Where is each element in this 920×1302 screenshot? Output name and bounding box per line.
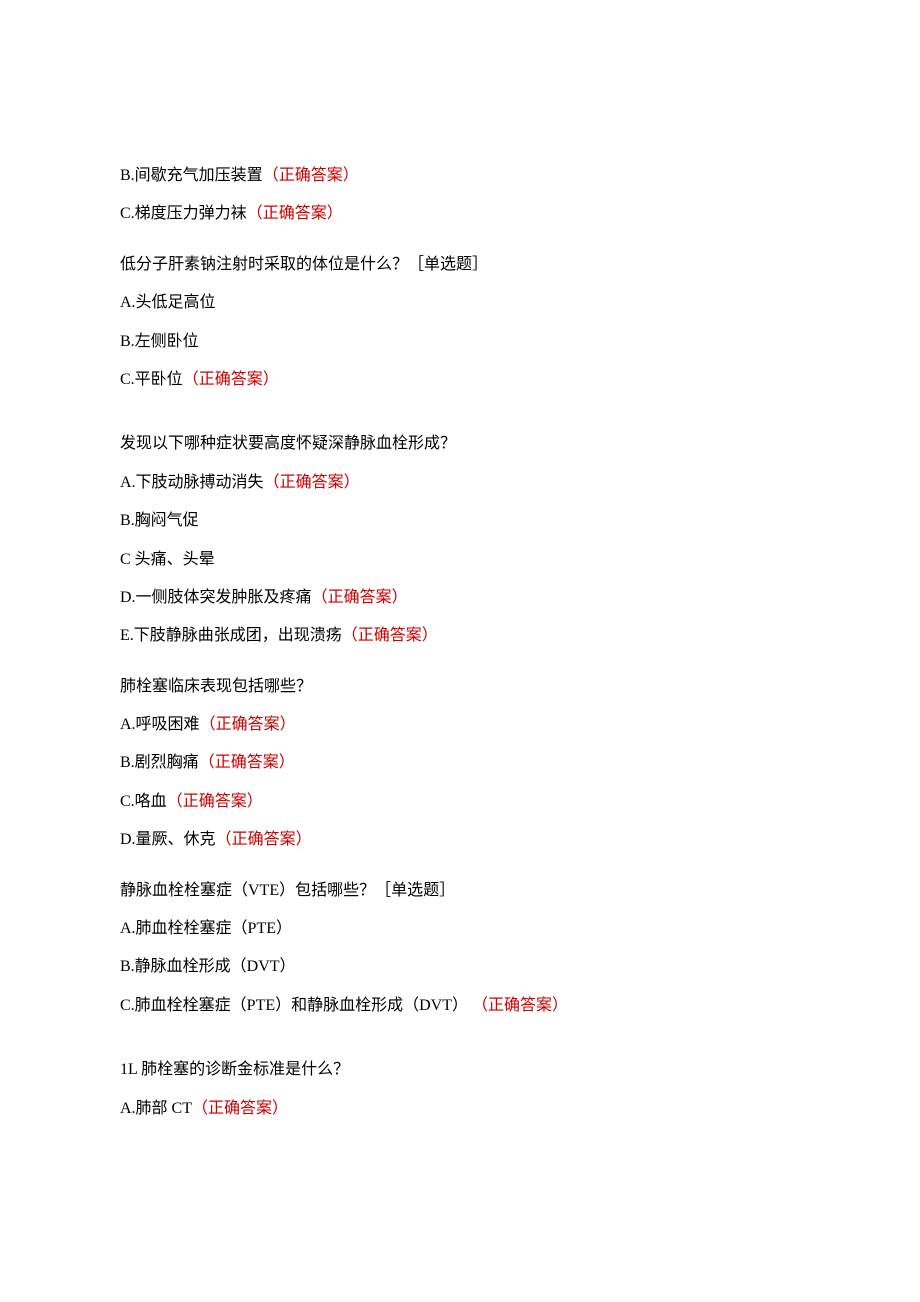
q4-option-a-text: A.呼吸困难 <box>120 716 200 733</box>
q5-option-a-text: A.肺血栓栓塞症（PTE） <box>120 920 292 937</box>
q2-option-c: C.平卧位（正确答案） <box>120 369 800 391</box>
q3-option-a: A.下肢动脉搏动消失（正确答案） <box>120 472 800 494</box>
q2-question: 低分子肝素钠注射时采取的体位是什么？［单选题］ <box>120 254 800 276</box>
q4-option-b-text: B.剧烈胸痛 <box>120 754 199 771</box>
q6-option-a-text: A.肺部 CT <box>120 1100 192 1117</box>
q5-option-c-text: C.肺血栓栓塞症（PTE）和静脉血栓形成（DVT） <box>120 997 468 1014</box>
q4-question: 肺栓塞临床表现包括哪些？ <box>120 676 800 698</box>
q3-option-c-text: C 头痛、头晕 <box>120 551 215 568</box>
q3-option-b: B.胸闷气促 <box>120 510 800 532</box>
q4-option-d: D.量厥、休克（正确答案） <box>120 829 800 851</box>
q2-option-a-text: A.头低足高位 <box>120 294 216 311</box>
q5-option-a: A.肺血栓栓塞症（PTE） <box>120 918 800 940</box>
q2-option-a: A.头低足高位 <box>120 292 800 314</box>
q5-option-b-text: B.静脉血栓形成（DVT） <box>120 958 296 975</box>
q1-option-c-text: C.梯度压力弹力袜 <box>120 205 247 222</box>
q4-option-a: A.呼吸困难（正确答案） <box>120 714 800 736</box>
q5-option-c: C.肺血栓栓塞症（PTE）和静脉血栓形成（DVT） （正确答案） <box>120 995 800 1017</box>
q5-option-b: B.静脉血栓形成（DVT） <box>120 956 800 978</box>
q6-option-a-correct: （正确答案） <box>192 1100 288 1117</box>
q4-option-d-correct: （正确答案） <box>216 831 312 848</box>
q3-option-e-correct: （正确答案） <box>342 627 438 644</box>
q3-question: 发现以下哪种症状要高度怀疑深静脉血栓形成？ <box>120 433 800 455</box>
q5-question: 静脉血栓栓塞症（VTE）包括哪些？［单选题］ <box>120 880 800 902</box>
q3-option-d-correct: （正确答案） <box>312 589 408 606</box>
q4-option-c: C.咯血（正确答案） <box>120 791 800 813</box>
q1-option-b-text: B.间歇充气加压装置 <box>120 167 263 184</box>
q6-option-a: A.肺部 CT（正确答案） <box>120 1098 800 1120</box>
q2-option-b-text: B.左侧卧位 <box>120 333 199 350</box>
q2-option-b: B.左侧卧位 <box>120 331 800 353</box>
q1-option-c-correct: （正确答案） <box>247 205 343 222</box>
q4-option-c-text: C.咯血 <box>120 793 167 810</box>
q3-option-a-correct: （正确答案） <box>264 474 360 491</box>
q2-option-c-text: C.平卧位 <box>120 371 183 388</box>
q4-option-b: B.剧烈胸痛（正确答案） <box>120 752 800 774</box>
q3-option-e: E.下肢静脉曲张成团，出现溃疡（正确答案） <box>120 625 800 647</box>
q5-option-c-correct: （正确答案） <box>472 997 568 1014</box>
q1-option-b: B.间歇充气加压装置（正确答案） <box>120 165 800 187</box>
q3-option-e-text: E.下肢静脉曲张成团，出现溃疡 <box>120 627 342 644</box>
q3-option-d: D.一侧肢体突发肿胀及疼痛（正确答案） <box>120 587 800 609</box>
q4-option-b-correct: （正确答案） <box>199 754 295 771</box>
q3-option-d-text: D.一侧肢体突发肿胀及疼痛 <box>120 589 312 606</box>
q3-option-b-text: B.胸闷气促 <box>120 512 199 529</box>
q4-option-a-correct: （正确答案） <box>200 716 296 733</box>
q3-option-c: C 头痛、头晕 <box>120 549 800 571</box>
q3-option-a-text: A.下肢动脉搏动消失 <box>120 474 264 491</box>
q2-option-c-correct: （正确答案） <box>183 371 279 388</box>
q1-option-b-correct: （正确答案） <box>263 167 359 184</box>
q4-option-c-correct: （正确答案） <box>167 793 263 810</box>
q4-option-d-text: D.量厥、休克 <box>120 831 216 848</box>
q6-question: 1L 肺栓塞的诊断金标准是什么？ <box>120 1059 800 1081</box>
q1-option-c: C.梯度压力弹力袜（正确答案） <box>120 203 800 225</box>
